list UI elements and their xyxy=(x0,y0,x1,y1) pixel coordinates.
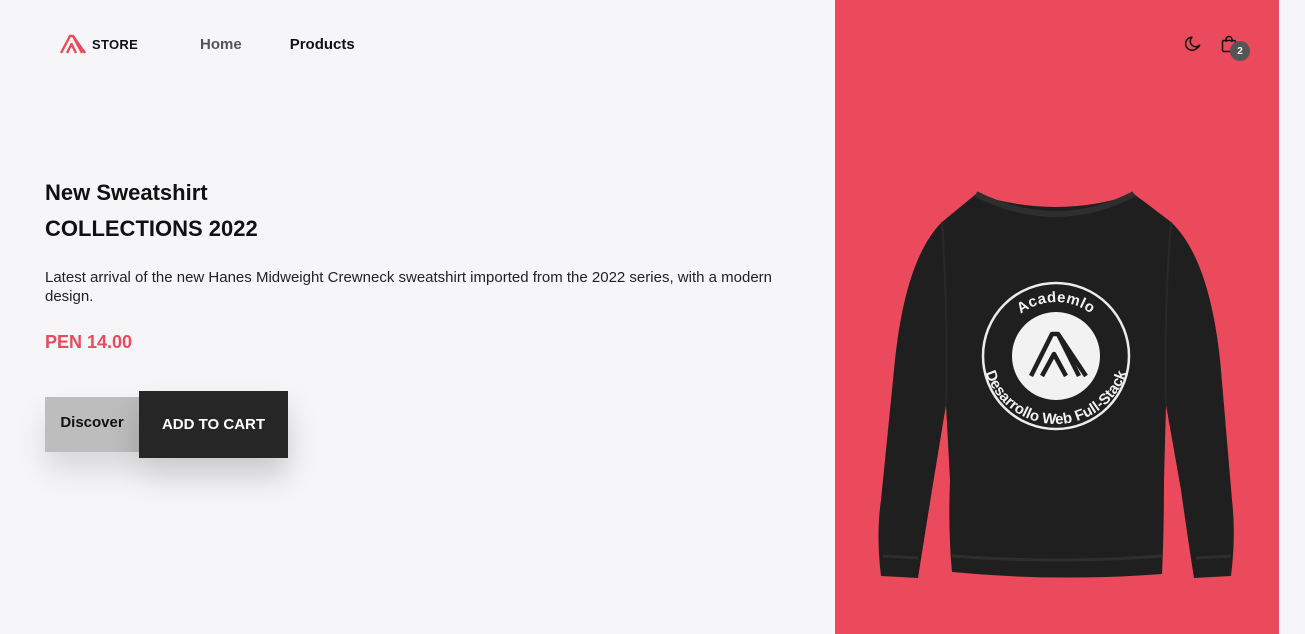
main-nav: Home Products xyxy=(200,36,355,53)
add-to-cart-button[interactable]: ADD TO CART xyxy=(139,391,288,458)
cart-count-badge: 2 xyxy=(1230,41,1250,61)
scrollbar-gutter xyxy=(1279,0,1305,634)
moon-icon[interactable] xyxy=(1184,35,1202,58)
hero-description: Latest arrival of the new Hanes Midweigh… xyxy=(45,269,772,305)
logo[interactable]: STORE xyxy=(60,34,138,54)
product-price: PEN 14.00 xyxy=(45,332,133,352)
hero-title-line1: New Sweatshirt xyxy=(45,180,208,205)
hero-title: New Sweatshirt COLLECTIONS 2022 xyxy=(45,175,258,247)
page: STORE Home Products 2 New Sweatshirt COL… xyxy=(0,0,1305,634)
logo-icon xyxy=(60,34,86,54)
product-image-sweatshirt: Academlo Desarrollo Web Full-Stack xyxy=(876,190,1238,587)
nav-products-link[interactable]: Products xyxy=(290,36,355,53)
logo-text: STORE xyxy=(92,36,139,52)
hero-title-line2: COLLECTIONS 2022 xyxy=(45,216,258,241)
discover-button[interactable]: Discover xyxy=(45,397,139,452)
nav-home-link[interactable]: Home xyxy=(200,36,242,53)
